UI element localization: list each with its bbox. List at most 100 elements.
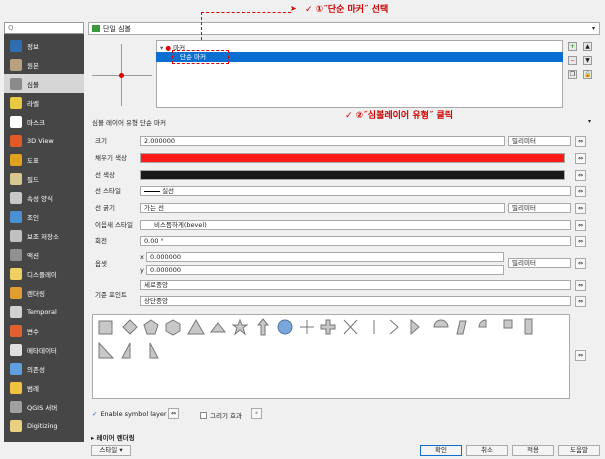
- sidebar-item-8[interactable]: 속성 양식: [4, 188, 84, 207]
- left-half-triangle-shape-icon[interactable]: [121, 342, 131, 359]
- sidebar-item-2[interactable]: 심볼: [4, 74, 84, 93]
- arrowhead-shape-icon[interactable]: [389, 319, 399, 335]
- offset-y-input[interactable]: 0.000000: [146, 265, 504, 275]
- cross-shape-icon[interactable]: [300, 320, 314, 334]
- move-down-icon[interactable]: ▼: [583, 56, 592, 65]
- offset-x-input[interactable]: 0.000000: [146, 252, 504, 262]
- data-defined-icon[interactable]: ⇔: [575, 136, 586, 147]
- data-defined-icon[interactable]: ⇔: [575, 258, 586, 269]
- rotation-input[interactable]: 0.00 °: [140, 236, 571, 246]
- sidebar-item-19[interactable]: QGIS 서버: [4, 397, 84, 416]
- symbol-layer-type-value[interactable]: 단순 마커: [140, 118, 166, 128]
- sidebar-item-6[interactable]: 도표: [4, 150, 84, 169]
- stroke-width-label: 선 굵기: [95, 204, 116, 212]
- stroke-width-unit-select[interactable]: 밀리미터: [508, 203, 571, 213]
- parallelogram-shape-icon[interactable]: [456, 320, 467, 335]
- join-style-select[interactable]: 비스듬하게(bevel): [140, 220, 571, 230]
- sidebar-item-16[interactable]: 메타데이터: [4, 340, 84, 359]
- style-button[interactable]: 스타일 ▾: [91, 445, 131, 456]
- highlight-box: [172, 50, 229, 64]
- chevron-down-icon[interactable]: ▾: [588, 118, 591, 125]
- sidebar-item-5[interactable]: 3D View: [4, 131, 84, 150]
- data-defined-icon[interactable]: ⇔: [575, 236, 586, 247]
- sidebar-item-4[interactable]: 마스크: [4, 112, 84, 131]
- sidebar-item-12[interactable]: 디스플레이: [4, 264, 84, 283]
- cross-fill-shape-icon[interactable]: [320, 319, 336, 335]
- form-icon: [10, 191, 22, 204]
- star-shape-icon[interactable]: [231, 318, 249, 336]
- sidebar-item-0[interactable]: 정보: [4, 36, 84, 55]
- fields-icon: [10, 172, 22, 185]
- draw-effects-checkbox[interactable]: 그리기 효과: [200, 410, 242, 420]
- sidebar-item-3[interactable]: 라벨: [4, 93, 84, 112]
- data-defined-icon[interactable]: ⇔: [168, 408, 179, 419]
- apply-button[interactable]: 적용: [512, 445, 554, 456]
- sidebar-item-10[interactable]: 보조 저장소: [4, 226, 84, 245]
- sidebar-item-13[interactable]: 렌더링: [4, 283, 84, 302]
- sidebar-item-1[interactable]: 원본: [4, 55, 84, 74]
- size-input[interactable]: 2.000000: [140, 136, 505, 146]
- square-shape-icon[interactable]: [98, 320, 113, 335]
- sidebar-item-9[interactable]: 조인: [4, 207, 84, 226]
- data-defined-icon[interactable]: ⇔: [575, 170, 586, 181]
- data-defined-icon[interactable]: ⇔: [575, 350, 586, 361]
- quarter-circle-shape-icon[interactable]: [478, 319, 487, 328]
- renderer-select[interactable]: 단일 심볼 ▾: [88, 22, 600, 35]
- remove-layer-button[interactable]: −: [568, 56, 577, 65]
- fill-color-label: 채우기 색상: [95, 154, 127, 162]
- anchor-horizontal-select[interactable]: 상단중앙: [140, 296, 571, 306]
- add-layer-button[interactable]: +: [568, 42, 577, 51]
- data-defined-icon[interactable]: ⇔: [575, 220, 586, 231]
- arrow-shape-icon[interactable]: [256, 318, 270, 336]
- equilateral-triangle-shape-icon[interactable]: [209, 322, 227, 333]
- data-defined-icon[interactable]: ⇔: [575, 186, 586, 197]
- x-shape-icon[interactable]: [343, 319, 358, 335]
- circle-shape-icon[interactable]: [277, 319, 293, 335]
- help-button[interactable]: 도움말: [558, 445, 600, 456]
- data-defined-icon[interactable]: ⇔: [575, 203, 586, 214]
- half-square-shape-icon[interactable]: [524, 318, 533, 335]
- half-circle-shape-icon[interactable]: [433, 319, 449, 328]
- marker-shapes-svg: [98, 318, 533, 359]
- duplicate-icon[interactable]: ❐: [568, 70, 577, 79]
- sidebar-item-20[interactable]: Digitizing: [4, 416, 84, 435]
- offset-y-label: y: [140, 266, 144, 274]
- effects-star-icon[interactable]: ✦: [251, 408, 262, 419]
- ok-button[interactable]: 확인: [420, 445, 462, 456]
- annotation-2: ✓ ②˝심볼레이어 유형˝ 클릭: [345, 111, 454, 121]
- third-triangle-shape-icon[interactable]: [149, 342, 159, 359]
- stroke-style-select[interactable]: 실선: [140, 186, 571, 196]
- sidebar-item-18[interactable]: 범례: [4, 378, 84, 397]
- data-defined-icon[interactable]: ⇔: [575, 280, 586, 291]
- style-button-label: 스타일: [99, 446, 118, 454]
- move-up-icon[interactable]: ▲: [583, 42, 592, 51]
- hexagon-shape-icon[interactable]: [165, 319, 181, 336]
- lock-icon[interactable]: 🔒: [583, 70, 592, 79]
- filled-arrowhead-shape-icon[interactable]: [410, 318, 420, 336]
- sidebar-item-17[interactable]: 의존성: [4, 359, 84, 378]
- anchor-vertical-select[interactable]: 세로중앙: [140, 280, 571, 290]
- offset-unit-select[interactable]: 밀리미터: [508, 258, 571, 268]
- stroke-width-input[interactable]: 가는 선: [140, 203, 505, 213]
- search-input[interactable]: Q: [4, 22, 84, 34]
- layer-rendering-toggle[interactable]: ▸ 레이어 렌더링: [91, 432, 135, 442]
- right-half-triangle-shape-icon[interactable]: [98, 341, 115, 359]
- size-unit-select[interactable]: 밀리미터: [508, 136, 571, 146]
- pentagon-shape-icon[interactable]: [143, 319, 159, 335]
- triangle-shape-icon[interactable]: [187, 318, 205, 335]
- sidebar-item-label: 메타데이터: [27, 346, 57, 355]
- sidebar-item-15[interactable]: 변수: [4, 321, 84, 340]
- cancel-button[interactable]: 취소: [466, 445, 508, 456]
- metadata-icon: [10, 343, 22, 356]
- sidebar-item-11[interactable]: 액션: [4, 245, 84, 264]
- fill-color-button[interactable]: [140, 153, 565, 163]
- diamond-shape-icon[interactable]: [122, 319, 138, 335]
- enable-symbol-layer-checkbox[interactable]: ✓ Enable symbol layer: [92, 410, 167, 418]
- sidebar-item-7[interactable]: 필드: [4, 169, 84, 188]
- sidebar-item-label: QGIS 서버: [27, 403, 58, 412]
- data-defined-icon[interactable]: ⇔: [575, 153, 586, 164]
- sidebar-item-14[interactable]: Temporal: [4, 302, 84, 321]
- data-defined-icon[interactable]: ⇔: [575, 296, 586, 307]
- stroke-color-button[interactable]: [140, 170, 565, 180]
- quarter-square-shape-icon[interactable]: [503, 319, 513, 329]
